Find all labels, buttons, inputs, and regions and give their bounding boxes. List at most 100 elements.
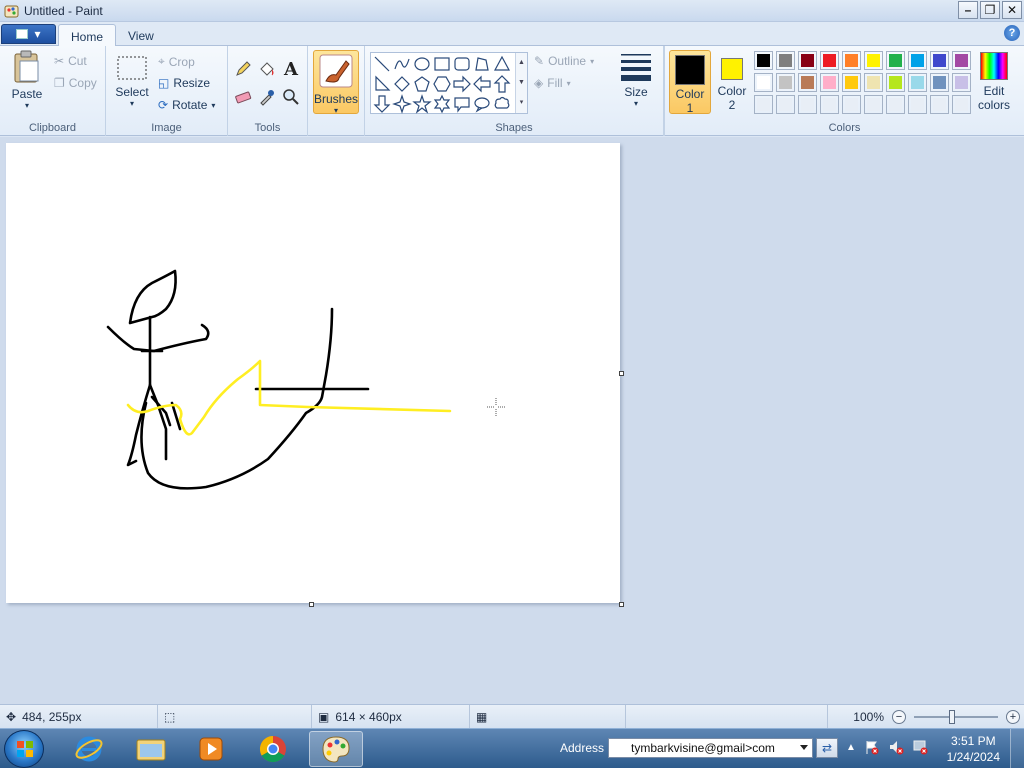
hexagon-shape-icon[interactable] — [432, 74, 452, 94]
tab-view[interactable]: View — [116, 24, 166, 46]
color2-button[interactable]: Color 2 — [713, 50, 751, 114]
palette-empty-slot[interactable] — [864, 95, 883, 114]
palette-swatch[interactable] — [776, 51, 795, 70]
select-button[interactable]: Select ▾ — [112, 54, 152, 108]
volume-muted-icon[interactable] — [888, 739, 904, 755]
curve-shape-icon[interactable] — [392, 54, 412, 74]
rectangle-shape-icon[interactable] — [432, 54, 452, 74]
palette-swatch[interactable] — [798, 51, 817, 70]
restore-button[interactable]: ❐ — [980, 1, 1000, 19]
edit-colors-button[interactable]: Edit colors — [976, 52, 1012, 112]
network-disconnected-icon[interactable] — [912, 739, 928, 755]
fill-tool[interactable] — [256, 58, 278, 80]
diamond-shape-icon[interactable] — [392, 74, 412, 94]
size-button[interactable]: Size ▾ — [618, 52, 654, 108]
oval-callout-shape-icon[interactable] — [472, 94, 492, 114]
palette-swatch[interactable] — [820, 73, 839, 92]
resize-handle-right[interactable] — [619, 371, 624, 376]
palette-swatch[interactable] — [864, 73, 883, 92]
rounded-rectangle-shape-icon[interactable] — [452, 54, 472, 74]
action-center-flag-icon[interactable] — [864, 739, 880, 755]
palette-swatch[interactable] — [754, 51, 773, 70]
text-tool[interactable]: A — [280, 58, 302, 80]
triangle-shape-icon[interactable] — [492, 54, 512, 74]
taskbar-chrome[interactable] — [250, 731, 296, 767]
zoom-in-button[interactable]: + — [1006, 710, 1020, 724]
pentagon-shape-icon[interactable] — [412, 74, 432, 94]
system-clock[interactable]: 3:51 PM 1/24/2024 — [947, 733, 1000, 765]
cut-button[interactable]: ✂ Cut — [54, 54, 87, 68]
palette-empty-slot[interactable] — [908, 95, 927, 114]
zoom-slider-thumb[interactable] — [949, 710, 956, 724]
close-button[interactable]: ✕ — [1002, 1, 1022, 19]
palette-swatch[interactable] — [842, 51, 861, 70]
crop-button[interactable]: ⌖ Crop — [158, 54, 195, 69]
rotate-button[interactable]: ⟳ Rotate ▾ — [158, 98, 215, 112]
palette-swatch[interactable] — [754, 73, 773, 92]
palette-empty-slot[interactable] — [930, 95, 949, 114]
palette-swatch[interactable] — [930, 73, 949, 92]
chevron-down-icon[interactable] — [800, 745, 808, 750]
zoom-slider[interactable] — [914, 710, 998, 724]
four-point-star-shape-icon[interactable] — [392, 94, 412, 114]
palette-swatch[interactable] — [820, 51, 839, 70]
palette-swatch[interactable] — [952, 51, 971, 70]
palette-empty-slot[interactable] — [952, 95, 971, 114]
resize-handle-corner[interactable] — [619, 602, 624, 607]
canvas-workspace[interactable] — [0, 137, 1024, 704]
help-icon[interactable]: ? — [1004, 25, 1020, 41]
six-point-star-shape-icon[interactable] — [432, 94, 452, 114]
show-desktop-button[interactable] — [1010, 729, 1024, 768]
palette-swatch[interactable] — [842, 73, 861, 92]
palette-swatch[interactable] — [886, 51, 905, 70]
down-arrow-shape-icon[interactable] — [372, 94, 392, 114]
address-input[interactable]: tymbarkvisine@gmail>com — [608, 738, 813, 758]
polygon-shape-icon[interactable] — [472, 54, 492, 74]
magnifier-tool[interactable] — [280, 86, 302, 108]
line-shape-icon[interactable] — [372, 54, 392, 74]
resize-handle-bottom[interactable] — [309, 602, 314, 607]
brushes-button[interactable]: Brushes ▾ — [313, 50, 359, 115]
rounded-callout-shape-icon[interactable] — [452, 94, 472, 114]
cloud-callout-shape-icon[interactable] — [492, 94, 512, 114]
shapes-scroll[interactable]: ▲ ▼ ▾ — [515, 53, 527, 113]
outline-dropdown[interactable]: ✎ Outline ▾ — [534, 54, 594, 68]
fill-dropdown[interactable]: ◈ Fill ▾ — [534, 76, 571, 90]
five-point-star-shape-icon[interactable] — [412, 94, 432, 114]
paint-menu-button[interactable]: ▾ — [1, 24, 56, 44]
taskbar-file-explorer[interactable] — [128, 731, 174, 767]
palette-swatch[interactable] — [952, 73, 971, 92]
address-go-button[interactable]: ⇄ — [816, 738, 838, 758]
left-arrow-shape-icon[interactable] — [472, 74, 492, 94]
palette-swatch[interactable] — [886, 73, 905, 92]
up-arrow-shape-icon[interactable] — [492, 74, 512, 94]
palette-empty-slot[interactable] — [820, 95, 839, 114]
pencil-tool[interactable] — [232, 58, 254, 80]
palette-empty-slot[interactable] — [798, 95, 817, 114]
palette-swatch[interactable] — [930, 51, 949, 70]
palette-swatch[interactable] — [798, 73, 817, 92]
start-button[interactable] — [4, 730, 44, 768]
palette-swatch[interactable] — [776, 73, 795, 92]
resize-button[interactable]: ◱ Resize — [158, 76, 210, 90]
show-hidden-icons-icon[interactable]: ▲ — [846, 742, 856, 753]
color-picker-tool[interactable] — [256, 86, 278, 108]
taskbar-media-player[interactable] — [188, 731, 234, 767]
right-arrow-shape-icon[interactable] — [452, 74, 472, 94]
oval-shape-icon[interactable] — [412, 54, 432, 74]
right-triangle-shape-icon[interactable] — [372, 74, 392, 94]
taskbar-internet-explorer[interactable] — [66, 731, 112, 767]
eraser-tool[interactable] — [232, 86, 254, 108]
minimize-button[interactable]: – — [958, 1, 978, 19]
copy-button[interactable]: ❐ Copy — [54, 76, 97, 90]
palette-empty-slot[interactable] — [776, 95, 795, 114]
palette-empty-slot[interactable] — [886, 95, 905, 114]
tab-home[interactable]: Home — [58, 24, 117, 47]
color1-button[interactable]: Color 1 — [669, 50, 711, 115]
paint-app-icon[interactable] — [4, 3, 20, 19]
palette-swatch[interactable] — [864, 51, 883, 70]
palette-swatch[interactable] — [908, 51, 927, 70]
paste-button[interactable]: Paste ▾ — [6, 50, 48, 110]
zoom-out-button[interactable]: − — [892, 710, 906, 724]
taskbar-paint[interactable] — [309, 731, 363, 767]
